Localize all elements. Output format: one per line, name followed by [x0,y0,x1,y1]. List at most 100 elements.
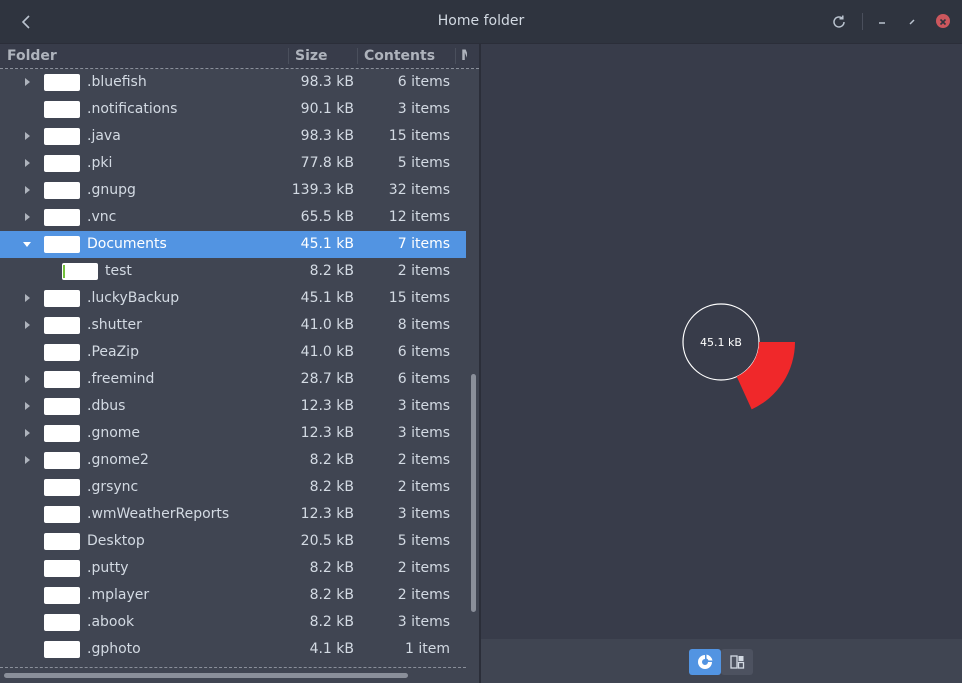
folder-icon [44,506,80,523]
folder-icon [44,182,80,199]
folder-row[interactable]: .wmWeatherReports 12.3 kB 3 items [0,501,466,528]
folder-row[interactable]: .freemind 28.7 kB 6 items [0,366,466,393]
folder-tree-panel: Folder Size Contents M .bluefish 98.3 kB 6… [0,44,479,683]
folder-row[interactable]: .putty 8.2 kB 2 items [0,555,466,582]
folder-contents: 3 items [397,425,450,441]
folder-row[interactable]: .mplayer 8.2 kB 2 items [0,582,466,609]
folder-size: 41.0 kB [300,317,354,333]
folder-size: 77.8 kB [300,155,354,171]
header-separator [862,13,863,30]
expander-collapsed-icon[interactable] [22,293,32,303]
ring-chart: 45.1 kB [682,303,795,410]
center-size-label: 45.1 kB [700,336,742,349]
view-switcher-bar [481,639,962,683]
folder-icon [44,236,80,253]
folder-row[interactable]: .vnc 65.5 kB 12 items [0,204,466,231]
folder-row[interactable]: .shutter 41.0 kB 8 items [0,312,466,339]
folder-contents: 3 items [397,398,450,414]
folder-row[interactable]: Desktop 20.5 kB 5 items [0,528,466,555]
folder-row[interactable]: .gphoto 4.1 kB 1 item [0,636,466,663]
expander-collapsed-icon[interactable] [22,77,32,87]
folder-icon [44,479,80,496]
expander-collapsed-icon[interactable] [22,320,32,330]
folder-row[interactable]: Documents 45.1 kB 7 items [0,231,466,258]
folder-icon [44,425,80,442]
folder-size: 8.2 kB [309,479,354,495]
column-divider [288,48,289,64]
folder-row[interactable]: .luckyBackup 45.1 kB 15 items [0,285,466,312]
expander-collapsed-icon[interactable] [22,401,32,411]
folder-row[interactable]: .java 98.3 kB 15 items [0,123,466,150]
folder-row[interactable]: test 8.2 kB 2 items [0,258,466,285]
folder-row[interactable]: .bluefish 98.3 kB 6 items [0,69,466,96]
folder-contents: 2 items [397,479,450,495]
folder-row[interactable]: .dbus 12.3 kB 3 items [0,393,466,420]
expander-collapsed-icon[interactable] [22,428,32,438]
folder-name: .gnome [87,425,141,441]
folder-contents: 8 items [397,317,450,333]
folder-contents: 12 items [388,209,450,225]
folder-row[interactable]: .abook 8.2 kB 3 items [0,609,466,636]
folder-icon [44,587,80,604]
close-button[interactable] [936,14,950,28]
maximize-icon [909,19,915,25]
folder-contents: 3 items [397,506,450,522]
folder-name: test [105,263,132,279]
expander-collapsed-icon[interactable] [22,131,32,141]
folder-icon [44,344,80,361]
folder-icon [44,74,80,91]
refresh-button[interactable] [829,12,849,32]
expander-collapsed-icon[interactable] [22,185,32,195]
ring-segment-documents-test[interactable] [736,342,795,410]
folder-icon [44,101,80,118]
ring-chart-view-button[interactable] [689,649,721,675]
folder-size: 12.3 kB [300,506,354,522]
close-icon [939,18,947,26]
treemap-view-button[interactable] [721,649,753,675]
folder-contents: 6 items [397,74,450,90]
refresh-icon [833,15,845,28]
folder-size: 98.3 kB [300,128,354,144]
folder-row[interactable]: .PeaZip 41.0 kB 6 items [0,339,466,366]
folder-row[interactable]: .pki 77.8 kB 5 items [0,150,466,177]
folder-contents: 2 items [397,587,450,603]
folder-icon [44,128,80,145]
minimize-button[interactable] [872,12,892,32]
column-header-folder[interactable]: Folder [7,44,57,68]
folder-contents: 32 items [388,182,450,198]
folder-name: .pki [87,155,113,171]
folder-name: .vnc [87,209,117,225]
expander-expanded-icon[interactable] [22,239,32,249]
column-header-size[interactable]: Size [295,44,328,68]
folder-row[interactable]: .gnome2 8.2 kB 2 items [0,447,466,474]
column-header-modified[interactable]: M [461,44,467,68]
folder-row[interactable]: .gnome 12.3 kB 3 items [0,420,466,447]
column-divider [357,48,358,64]
folder-row[interactable]: .gnupg 139.3 kB 32 items [0,177,466,204]
column-header-contents[interactable]: Contents [364,44,435,68]
ring-chart-icon [698,654,713,669]
vertical-scrollbar-thumb[interactable] [471,374,476,612]
treemap-icon [730,655,745,669]
folder-list: .bluefish 98.3 kB 6 items .notifications 90.… [0,69,466,669]
folder-row[interactable]: .notifications 90.1 kB 3 items [0,96,466,123]
horizontal-scrollbar-thumb[interactable] [4,673,408,678]
folder-name: .mplayer [87,587,150,603]
folder-icon [44,560,80,577]
expander-collapsed-icon[interactable] [22,158,32,168]
folder-name: .gphoto [87,641,141,657]
folder-icon [44,452,80,469]
expander-collapsed-icon[interactable] [22,455,32,465]
folder-size: 90.1 kB [300,101,354,117]
folder-contents: 1 item [405,641,450,657]
folder-icon [44,533,80,550]
folder-icon [44,317,80,334]
expander-collapsed-icon[interactable] [22,374,32,384]
window-title: Home folder [437,13,525,29]
maximize-button[interactable] [902,12,922,32]
folder-row[interactable]: .grsync 8.2 kB 2 items [0,474,466,501]
folder-icon [44,614,80,631]
folder-icon [44,398,80,415]
expander-collapsed-icon[interactable] [22,212,32,222]
folder-size: 8.2 kB [309,560,354,576]
